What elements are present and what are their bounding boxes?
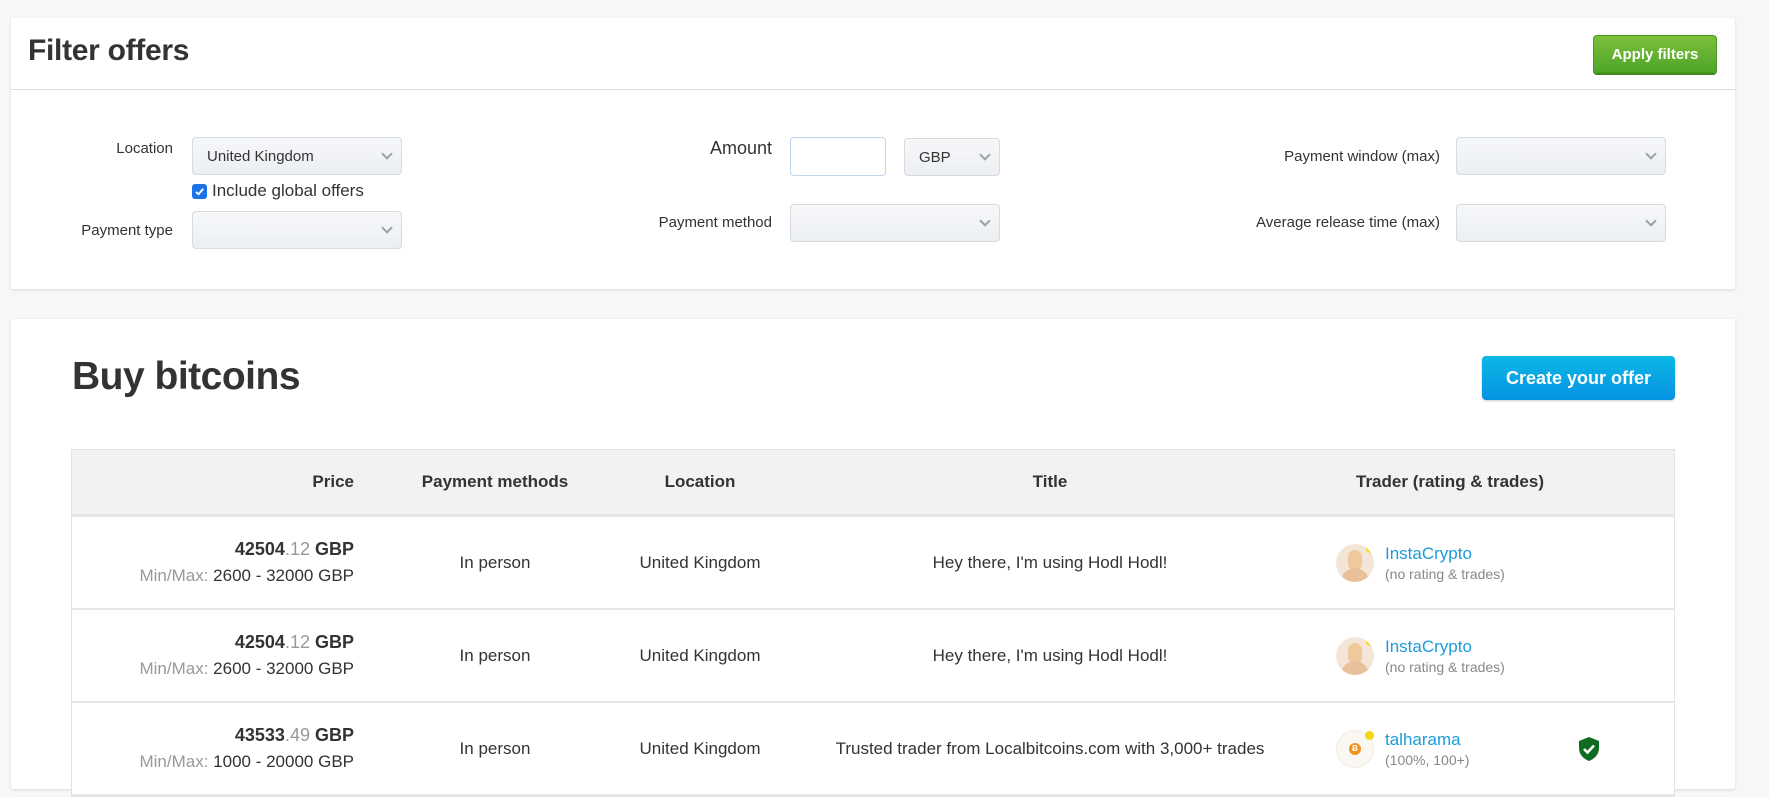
- price-currency: GBP: [314, 725, 354, 745]
- chevron-down-icon: [979, 215, 991, 227]
- location-cell: United Kingdom: [639, 552, 761, 572]
- min-max: Min/Max: 2600 - 32000 GBP: [139, 566, 354, 586]
- chevron-down-icon: [381, 222, 393, 234]
- trader-stats: (100%, 100+): [1385, 751, 1470, 768]
- include-global-checkbox[interactable]: [192, 183, 207, 199]
- checkmark-icon: [195, 187, 204, 196]
- include-global-offers[interactable]: Include global offers: [192, 181, 364, 201]
- trader-stats: (no rating & trades): [1385, 658, 1505, 675]
- price: 42504.12 GBP: [235, 539, 354, 560]
- person-avatar[interactable]: [1336, 636, 1374, 675]
- price-integer: 42504: [234, 539, 285, 559]
- min-max-value: 1000 - 20000 GBP: [213, 752, 354, 771]
- include-global-label: Include global offers: [212, 181, 364, 200]
- chevron-down-icon: [1645, 148, 1657, 160]
- offer-title-cell[interactable]: Hey there, I'm using Hodl Hodl!: [800, 517, 1300, 608]
- person-avatar[interactable]: [1336, 543, 1374, 582]
- min-max: Min/Max: 1000 - 20000 GBP: [139, 752, 354, 772]
- filter-offers-panel: Filter offers Apply filters Location Uni…: [11, 18, 1735, 289]
- trader-name-link[interactable]: InstaCrypto: [1385, 637, 1505, 657]
- table-row[interactable]: 43533.49 GBP Min/Max: 1000 - 20000 GBP I…: [72, 703, 1674, 796]
- bitcoin-avatar[interactable]: Ƀ: [1336, 729, 1374, 768]
- offer-title-cell[interactable]: Hey there, I'm using Hodl Hodl!: [800, 610, 1300, 701]
- avg-release-label: Average release time (max): [1256, 214, 1440, 231]
- price-integer: 42504: [234, 632, 285, 652]
- price-currency: GBP: [314, 632, 354, 652]
- online-status-dot: [1365, 730, 1374, 740]
- column-header-title[interactable]: Title: [800, 450, 1300, 514]
- table-body: 42504.12 GBP Min/Max: 2600 - 32000 GBP I…: [72, 517, 1674, 796]
- location-select[interactable]: United Kingdom: [192, 137, 402, 175]
- column-header-location[interactable]: Location: [600, 450, 800, 514]
- min-max-value: 2600 - 32000 GBP: [213, 566, 354, 585]
- price-currency: GBP: [314, 539, 354, 559]
- trader-info: talharama (100%, 100+): [1385, 730, 1469, 768]
- location-cell: United Kingdom: [639, 738, 761, 758]
- trader-info: InstaCrypto (no rating & trades): [1385, 544, 1505, 582]
- location-label: Location: [116, 140, 173, 157]
- location-cell: United Kingdom: [639, 645, 761, 665]
- table-header: Price Payment methods Location Title Tra…: [72, 450, 1674, 517]
- avg-release-select[interactable]: [1456, 204, 1666, 242]
- min-max-label: Min/Max:: [139, 752, 209, 771]
- price: 42504.12 GBP: [235, 632, 354, 653]
- min-max-value: 2600 - 32000 GBP: [213, 659, 354, 678]
- amount-input[interactable]: [790, 137, 886, 176]
- currency-select[interactable]: GBP: [904, 138, 1000, 176]
- avatar-silhouette-head: [1348, 549, 1362, 570]
- offer-title-cell[interactable]: Trusted trader from Localbitcoins.com wi…: [800, 703, 1300, 794]
- payment-method-cell: In person: [459, 738, 531, 758]
- payment-method-label: Payment method: [658, 214, 772, 231]
- trader-name-link[interactable]: InstaCrypto: [1385, 544, 1505, 564]
- price-cell: 43533.49 GBP Min/Max: 1000 - 20000 GBP: [72, 703, 354, 794]
- trader-info: InstaCrypto (no rating & trades): [1385, 637, 1505, 675]
- payment-method-cell: In person: [459, 552, 531, 572]
- column-header-trader[interactable]: Trader (rating & trades): [1300, 450, 1600, 514]
- amount-label: Amount: [709, 138, 772, 158]
- price-decimal: .49: [284, 725, 310, 745]
- buy-bitcoins-title: Buy bitcoins: [72, 355, 301, 398]
- payment-type-label: Payment type: [81, 222, 173, 239]
- filter-header: Filter offers Apply filters: [11, 18, 1735, 90]
- create-offer-button[interactable]: Create your offer: [1482, 356, 1675, 400]
- price: 43533.49 GBP: [235, 725, 354, 746]
- buy-bitcoins-panel: Buy bitcoins Create your offer Price Pay…: [11, 319, 1735, 797]
- chevron-down-icon: [1645, 215, 1657, 227]
- payment-window-select[interactable]: [1456, 137, 1666, 175]
- price-decimal: .12: [284, 632, 310, 652]
- column-header-payment-methods[interactable]: Payment methods: [390, 450, 600, 514]
- table-row[interactable]: 42504.12 GBP Min/Max: 2600 - 32000 GBP I…: [72, 610, 1674, 703]
- min-max-label: Min/Max:: [139, 566, 209, 585]
- price-integer: 43533: [234, 725, 285, 745]
- min-max-label: Min/Max:: [139, 659, 209, 678]
- price-decimal: .12: [284, 539, 310, 559]
- chevron-down-icon: [979, 149, 991, 161]
- currency-value: GBP: [919, 148, 951, 166]
- trader-cell: InstaCrypto (no rating & trades): [1336, 517, 1636, 608]
- avatar-silhouette-body: [1341, 567, 1369, 582]
- online-status-dot: [1366, 543, 1374, 553]
- price-cell: 42504.12 GBP Min/Max: 2600 - 32000 GBP: [72, 610, 354, 701]
- online-status-dot: [1366, 636, 1374, 646]
- table-row[interactable]: 42504.12 GBP Min/Max: 2600 - 32000 GBP I…: [72, 517, 1674, 610]
- payment-method-select[interactable]: [790, 204, 1000, 242]
- apply-filters-button[interactable]: Apply filters: [1593, 35, 1717, 73]
- price-cell: 42504.12 GBP Min/Max: 2600 - 32000 GBP: [72, 517, 354, 608]
- column-header-price[interactable]: Price: [72, 450, 354, 514]
- trader-name-link[interactable]: talharama: [1385, 730, 1469, 750]
- filter-title: Filter offers: [28, 34, 190, 67]
- bitcoin-icon: Ƀ: [1349, 742, 1361, 755]
- avatar-silhouette-head: [1348, 642, 1362, 663]
- avatar-silhouette-body: [1341, 660, 1369, 675]
- payment-method-cell: In person: [459, 645, 531, 665]
- trader-stats: (no rating & trades): [1385, 565, 1505, 582]
- payment-type-select[interactable]: [192, 211, 402, 249]
- chevron-down-icon: [381, 148, 393, 160]
- payment-window-label: Payment window (max): [1284, 148, 1440, 165]
- offers-table: Price Payment methods Location Title Tra…: [71, 449, 1675, 797]
- verified-shield-icon: [1579, 736, 1599, 761]
- trader-cell: InstaCrypto (no rating & trades): [1336, 610, 1636, 701]
- location-value: United Kingdom: [207, 147, 314, 165]
- min-max: Min/Max: 2600 - 32000 GBP: [139, 659, 354, 679]
